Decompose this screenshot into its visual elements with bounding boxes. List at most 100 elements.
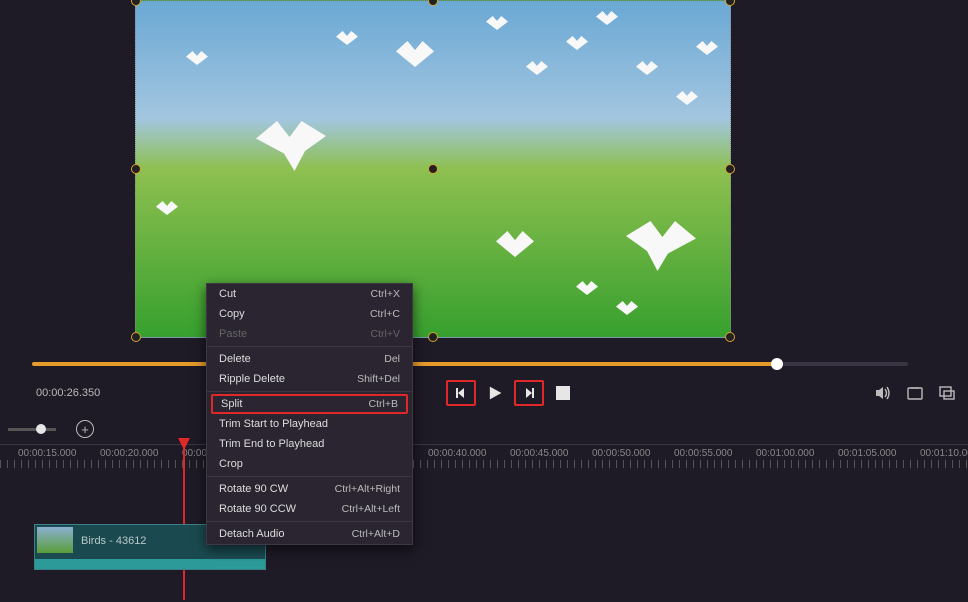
- ruler-label: 00:01:05.000: [838, 448, 896, 459]
- zoom-slider[interactable]: [8, 428, 56, 431]
- transform-handle[interactable]: [428, 332, 438, 342]
- menu-item-rotate-90-ccw[interactable]: Rotate 90 CCW Ctrl+Alt+Left: [207, 499, 412, 519]
- timeline-ruler[interactable]: 00:00:15.00000:00:20.00000:00:25.00000:0…: [0, 444, 968, 468]
- play-button[interactable]: [484, 382, 506, 404]
- menu-item-label: Split: [221, 398, 242, 410]
- menu-item-shortcut: Shift+Del: [357, 373, 400, 385]
- transform-handle[interactable]: [131, 164, 141, 174]
- menu-item-trim-end-to-playhead[interactable]: Trim End to Playhead: [207, 434, 412, 454]
- snapshot-button[interactable]: [904, 382, 926, 404]
- menu-item-shortcut: Ctrl+Alt+D: [352, 528, 400, 540]
- ruler-label: 00:00:55.000: [674, 448, 732, 459]
- menu-item-split[interactable]: Split Ctrl+B: [211, 394, 408, 414]
- ruler-label: 00:00:40.000: [428, 448, 486, 459]
- volume-button[interactable]: [872, 382, 894, 404]
- menu-item-label: Cut: [219, 288, 236, 300]
- timeline-zoom: +: [0, 418, 968, 440]
- camera-icon: [906, 384, 924, 402]
- fullscreen-button[interactable]: [936, 382, 958, 404]
- clip-audio-lane: [35, 559, 265, 569]
- bird-graphic: [486, 16, 508, 30]
- menu-item-label: Trim Start to Playhead: [219, 418, 328, 430]
- preview-right-controls: [872, 382, 958, 404]
- ruler-label: 00:00:20.000: [100, 448, 158, 459]
- menu-item-delete[interactable]: Delete Del: [207, 349, 412, 369]
- volume-icon: [874, 384, 892, 402]
- menu-item-cut[interactable]: Cut Ctrl+X: [207, 284, 412, 304]
- bird-graphic: [156, 201, 178, 215]
- bird-graphic: [526, 61, 548, 75]
- fullscreen-icon: [938, 384, 956, 402]
- menu-item-label: Rotate 90 CW: [219, 483, 288, 495]
- preview-progress[interactable]: [32, 362, 908, 366]
- bird-graphic: [676, 91, 698, 105]
- menu-separator: [207, 521, 412, 522]
- ruler-ticks: [0, 460, 968, 468]
- stop-button[interactable]: [556, 386, 570, 400]
- playback-controls: [446, 380, 570, 406]
- ruler-label: 00:01:10.000: [920, 448, 968, 459]
- menu-item-copy[interactable]: Copy Ctrl+C: [207, 304, 412, 324]
- ruler-label: 00:00:45.000: [510, 448, 568, 459]
- menu-item-label: Delete: [219, 353, 251, 365]
- ruler-label: 00:00:15.000: [18, 448, 76, 459]
- bird-graphic: [566, 36, 588, 50]
- bird-graphic: [696, 41, 718, 55]
- menu-separator: [207, 476, 412, 477]
- step-forward-button[interactable]: [518, 382, 540, 404]
- clip-thumbnail: [37, 527, 73, 553]
- menu-item-rotate-90-cw[interactable]: Rotate 90 CW Ctrl+Alt+Right: [207, 479, 412, 499]
- menu-item-shortcut: Del: [384, 353, 400, 365]
- menu-item-paste: Paste Ctrl+V: [207, 324, 412, 344]
- menu-item-shortcut: Ctrl+X: [371, 288, 400, 300]
- menu-item-label: Paste: [219, 328, 247, 340]
- transform-handle[interactable]: [131, 0, 141, 6]
- transform-handle[interactable]: [131, 332, 141, 342]
- transform-handle[interactable]: [428, 0, 438, 6]
- ruler-label: 00:01:00.000: [756, 448, 814, 459]
- transport-bar: 00:00:26.350: [0, 376, 968, 410]
- menu-item-shortcut: Ctrl+Alt+Right: [335, 483, 400, 495]
- step-back-icon: [454, 386, 468, 400]
- menu-separator: [207, 346, 412, 347]
- transform-handle[interactable]: [725, 332, 735, 342]
- transform-handle[interactable]: [725, 0, 735, 6]
- menu-item-crop[interactable]: Crop: [207, 454, 412, 474]
- current-timecode: 00:00:26.350: [36, 387, 100, 399]
- ruler-label: 00:00:50.000: [592, 448, 650, 459]
- zoom-thumb[interactable]: [36, 424, 46, 434]
- bird-graphic: [336, 31, 358, 45]
- menu-item-shortcut: Ctrl+C: [370, 308, 400, 320]
- bird-graphic: [396, 41, 434, 67]
- highlight-box: [514, 380, 544, 406]
- zoom-in-button[interactable]: +: [76, 420, 94, 438]
- transform-handle[interactable]: [725, 164, 735, 174]
- menu-item-ripple-delete[interactable]: Ripple Delete Shift+Del: [207, 369, 412, 389]
- menu-item-label: Ripple Delete: [219, 373, 285, 385]
- bird-graphic: [256, 121, 326, 171]
- menu-item-label: Rotate 90 CCW: [219, 503, 296, 515]
- menu-item-shortcut: Ctrl+B: [369, 398, 398, 410]
- bird-graphic: [636, 61, 658, 75]
- bird-graphic: [626, 221, 696, 271]
- menu-item-shortcut: Ctrl+V: [371, 328, 400, 340]
- menu-item-label: Copy: [219, 308, 245, 320]
- context-menu[interactable]: Cut Ctrl+X Copy Ctrl+C Paste Ctrl+V Delete Del R…: [206, 283, 413, 545]
- menu-item-shortcut: Ctrl+Alt+Left: [342, 503, 400, 515]
- bird-graphic: [186, 51, 208, 65]
- menu-separator: [207, 391, 412, 392]
- play-icon: [486, 384, 504, 402]
- bird-graphic: [496, 231, 534, 257]
- menu-item-label: Detach Audio: [219, 528, 284, 540]
- menu-item-label: Crop: [219, 458, 243, 470]
- transform-handle[interactable]: [428, 164, 438, 174]
- menu-item-trim-start-to-playhead[interactable]: Trim Start to Playhead: [207, 414, 412, 434]
- menu-item-detach-audio[interactable]: Detach Audio Ctrl+Alt+D: [207, 524, 412, 544]
- bird-graphic: [596, 11, 618, 25]
- timeline-track[interactable]: Birds - 43612: [0, 504, 968, 574]
- menu-item-label: Trim End to Playhead: [219, 438, 324, 450]
- progress-thumb[interactable]: [771, 358, 783, 370]
- bird-graphic: [576, 281, 598, 295]
- bird-graphic: [616, 301, 638, 315]
- step-back-button[interactable]: [450, 382, 472, 404]
